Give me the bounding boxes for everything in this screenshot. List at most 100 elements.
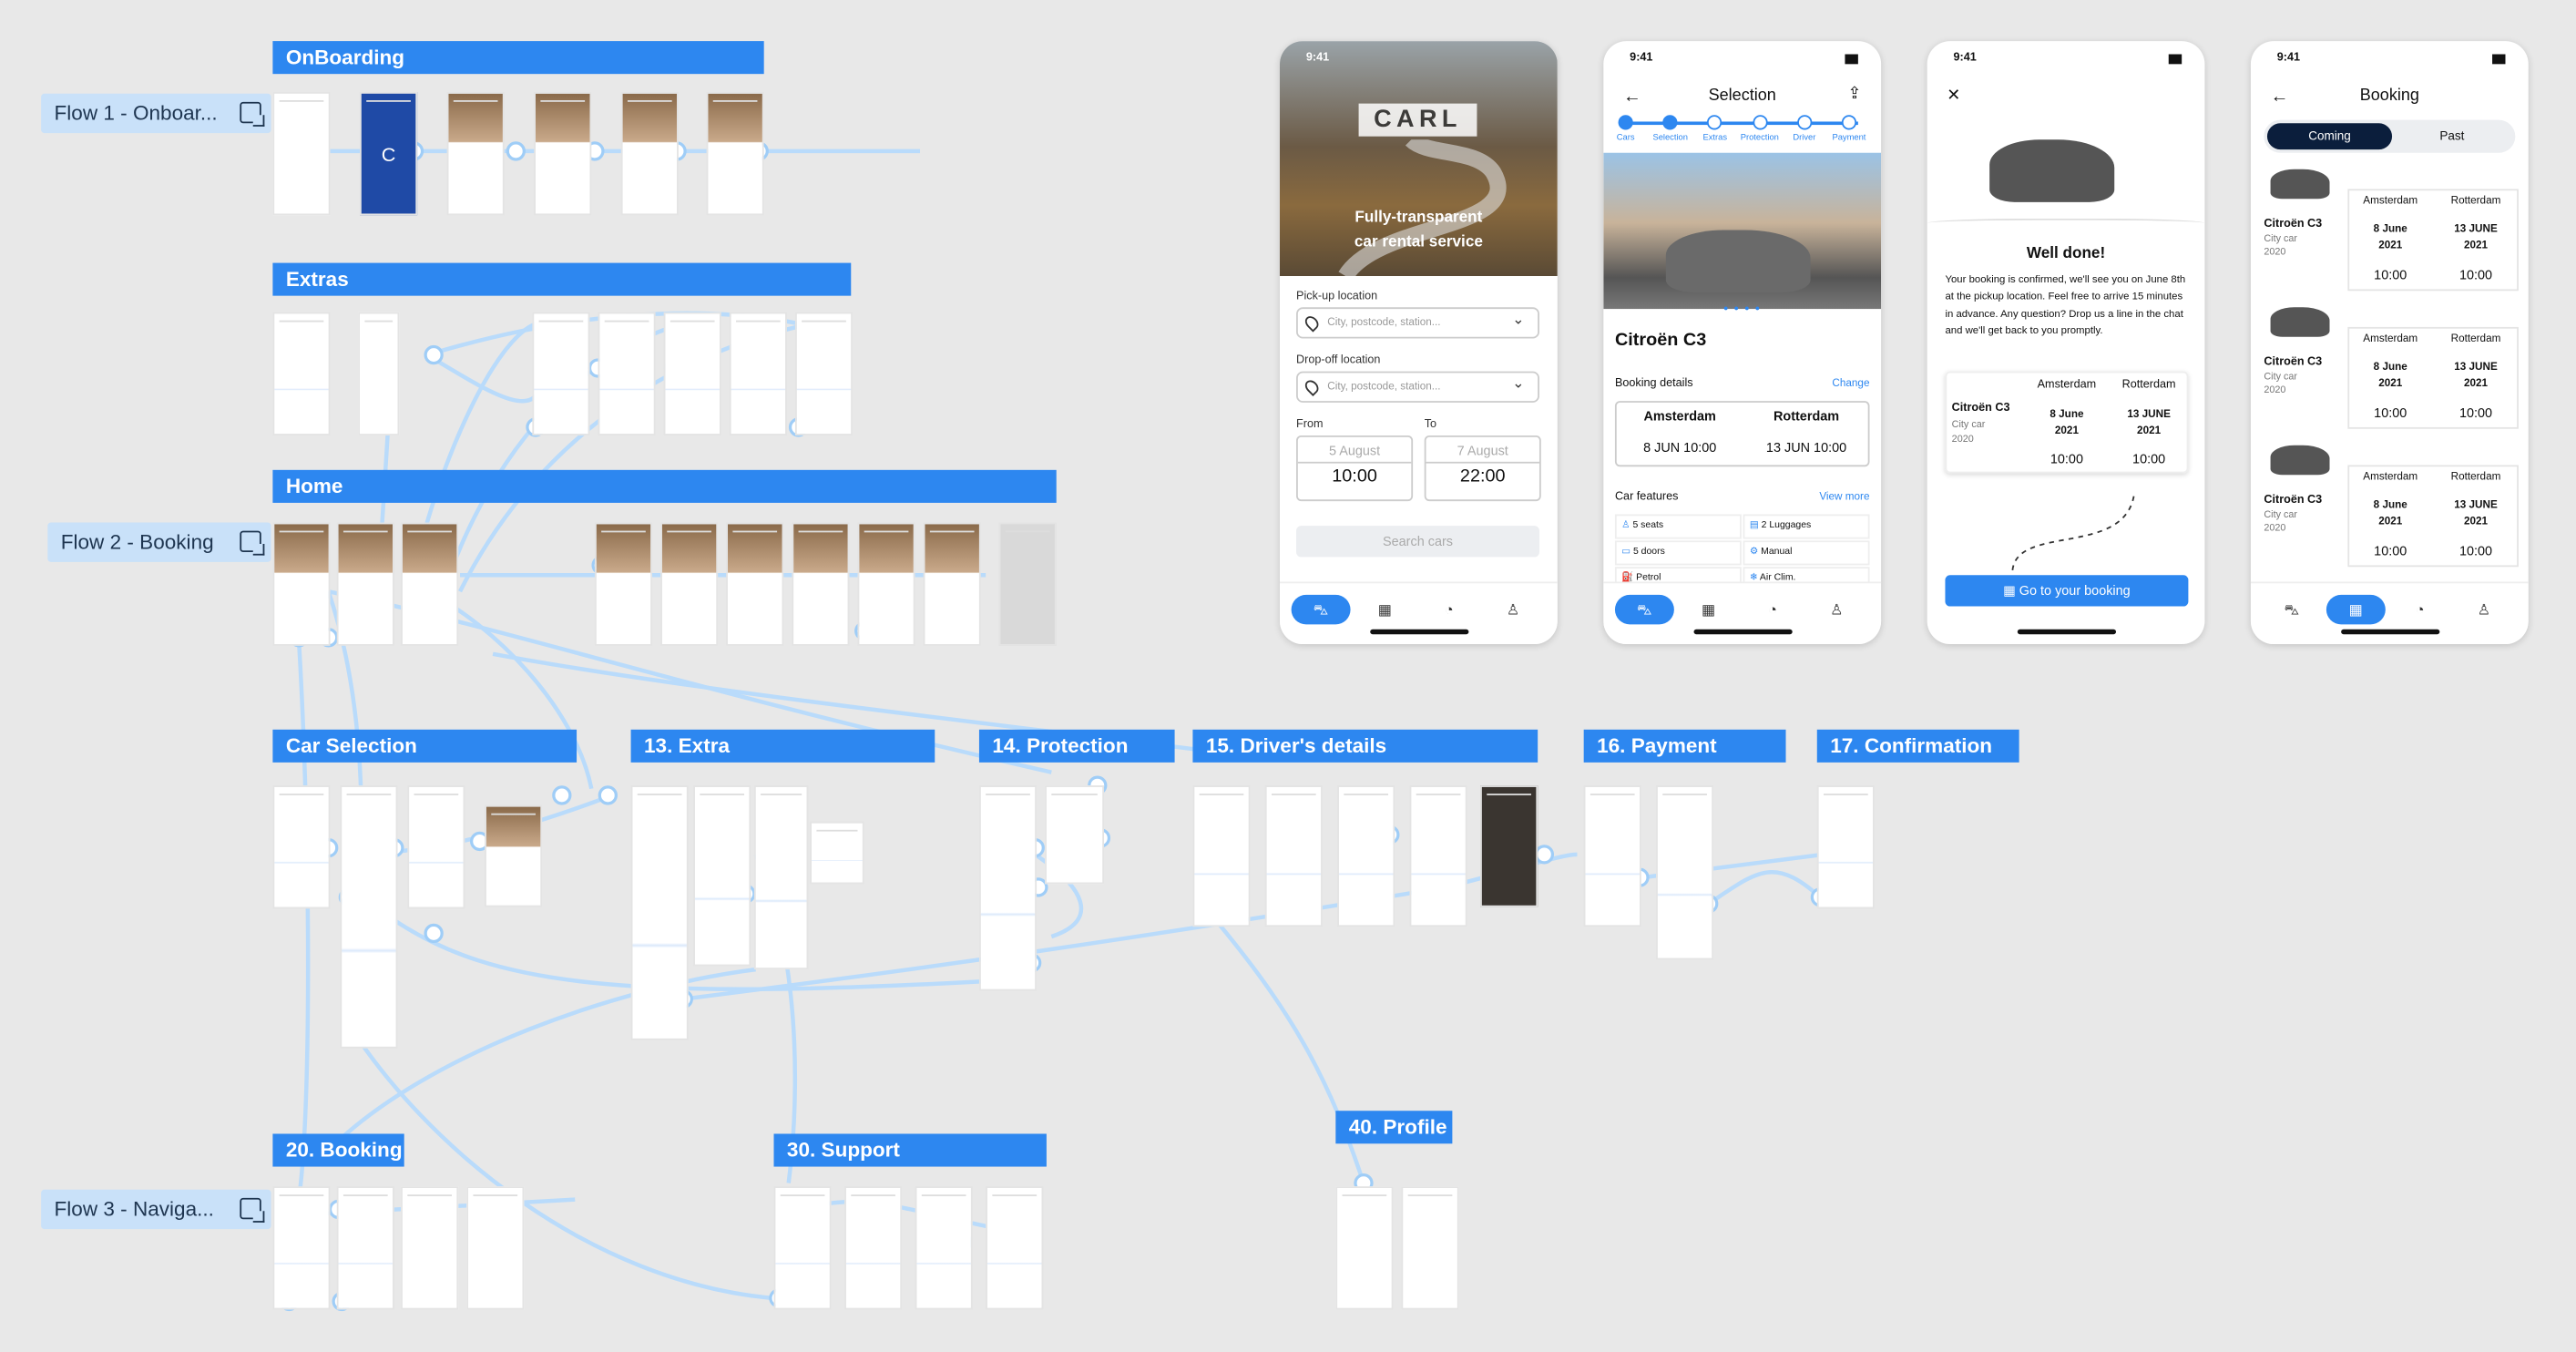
frame-thumbnail[interactable] <box>485 804 543 907</box>
frame-thumbnail[interactable] <box>986 1186 1044 1310</box>
frame-thumbnail[interactable] <box>620 92 679 216</box>
frame-thumbnail[interactable] <box>706 92 764 216</box>
section-drivers-details[interactable]: 15. Driver's details <box>1192 729 1538 763</box>
frame-thumbnail[interactable] <box>272 92 331 216</box>
frame-thumbnail[interactable] <box>272 1186 331 1310</box>
frame-thumbnail[interactable] <box>978 785 1038 991</box>
profile-tab-icon[interactable]: ♙ <box>2455 595 2514 624</box>
frame-thumbnail[interactable]: C <box>359 92 418 216</box>
section-booking[interactable]: 20. Booking <box>272 1133 404 1167</box>
section-protection[interactable]: 14. Protection <box>978 729 1175 763</box>
frame-thumbnail[interactable] <box>401 522 459 646</box>
frame-thumbnail[interactable] <box>272 312 331 435</box>
frame-thumbnail[interactable] <box>792 522 850 646</box>
car-tab-icon[interactable]: ⛍ <box>2263 595 2322 624</box>
frame-thumbnail[interactable] <box>1192 785 1251 927</box>
section-profile[interactable]: 40. Profile <box>1335 1111 1453 1144</box>
section-car-selection[interactable]: Car Selection <box>272 729 578 763</box>
support-tab-icon[interactable]: ◔ <box>1743 595 1803 624</box>
booking-card[interactable]: Citroën C3 City car 2020 Amsterdam Rotterdam… <box>2264 304 2519 433</box>
frame-thumbnail[interactable] <box>1335 1186 1394 1310</box>
from-date-picker[interactable]: 5 August 10:00 <box>1296 435 1414 502</box>
profile-tab-icon[interactable]: ♙ <box>1484 595 1543 624</box>
frame-thumbnail[interactable] <box>1409 785 1467 927</box>
frame-thumbnail[interactable] <box>857 522 915 646</box>
frame-thumbnail[interactable] <box>915 1186 973 1310</box>
frame-thumbnail[interactable] <box>340 785 398 1049</box>
frame-thumbnail[interactable] <box>794 312 854 435</box>
booking-card[interactable]: Citroën C3 City car 2020 Amsterdam Rotterdam… <box>2264 442 2519 570</box>
frame-thumbnail[interactable] <box>1656 785 1714 960</box>
frame-thumbnail[interactable] <box>1583 785 1641 927</box>
frame-thumbnail[interactable] <box>1480 785 1538 907</box>
frame-thumbnail[interactable] <box>630 785 689 1040</box>
section-confirmation[interactable]: 17. Confirmation <box>1816 729 2019 763</box>
frame-thumbnail[interactable] <box>532 312 590 435</box>
share-icon[interactable]: ⇪ <box>1847 86 1861 104</box>
search-cars-button[interactable]: Search cars <box>1296 526 1539 558</box>
section-support[interactable]: 30. Support <box>773 1133 1047 1167</box>
frame-thumbnail[interactable] <box>446 92 505 216</box>
view-more-link[interactable]: View more <box>1819 491 1869 503</box>
frame-thumbnail[interactable] <box>923 522 981 646</box>
home-screen-preview[interactable]: 9:41 CARL Fully-transparent car rental se… <box>1280 41 1558 645</box>
flow-chip-booking[interactable]: Flow 2 - Booking <box>47 522 271 562</box>
flow-link-icon[interactable] <box>240 1197 265 1223</box>
frame-thumbnail[interactable] <box>1045 785 1105 885</box>
frame-thumbnail[interactable] <box>729 312 787 435</box>
flow-link-icon[interactable] <box>240 530 265 556</box>
car-tab-icon[interactable]: ⛍ <box>1614 594 1674 625</box>
booking-screen-preview[interactable]: 9:41 ← Booking Coming Past Citroën C3 Cit… <box>2250 41 2529 645</box>
frame-thumbnail[interactable] <box>336 1186 394 1310</box>
frame-thumbnail[interactable] <box>1264 785 1323 927</box>
flow-chip-navigation[interactable]: Flow 3 - Naviga... <box>41 1189 271 1230</box>
frame-thumbnail[interactable] <box>336 522 394 646</box>
frame-thumbnail[interactable] <box>407 785 465 909</box>
section-extra[interactable]: 13. Extra <box>630 729 935 763</box>
frame-thumbnail[interactable] <box>693 785 751 967</box>
section-extras[interactable]: Extras <box>272 262 852 296</box>
confirmation-screen-preview[interactable]: 9:41 ✕ Well done! Your booking is confir… <box>1927 41 2205 645</box>
frame-thumbnail[interactable] <box>534 92 592 216</box>
booking-card[interactable]: Citroën C3 City car 2020 Amsterdam Rotterdam… <box>2264 166 2519 294</box>
tab-coming[interactable]: Coming <box>2266 123 2393 150</box>
design-canvas[interactable]: Flow 1 - Onboar... Flow 2 - Booking Flow… <box>0 0 2576 1352</box>
frame-thumbnail[interactable] <box>844 1186 903 1310</box>
frame-thumbnail[interactable] <box>1337 785 1395 927</box>
to-date-picker[interactable]: 7 August 22:00 <box>1424 435 1541 502</box>
frame-thumbnail[interactable] <box>466 1186 525 1310</box>
flow-chip-onboarding[interactable]: Flow 1 - Onboar... <box>41 93 271 134</box>
frame-thumbnail[interactable] <box>598 312 656 435</box>
selection-screen-preview[interactable]: 9:41 ← Selection ⇪ Cars Selection Extras Pr… <box>1603 41 1882 645</box>
frame-thumbnail[interactable] <box>998 522 1057 646</box>
frame-thumbnail[interactable] <box>272 785 331 909</box>
support-tab-icon[interactable]: ◔ <box>1419 595 1478 624</box>
frame-thumbnail[interactable] <box>401 1186 459 1310</box>
frame-thumbnail[interactable] <box>1401 1186 1459 1310</box>
section-payment[interactable]: 16. Payment <box>1583 729 1786 763</box>
frame-thumbnail[interactable] <box>726 522 784 646</box>
pickup-location-input[interactable]: City, postcode, station... <box>1296 305 1539 339</box>
calendar-tab-icon[interactable]: ▦ <box>2326 594 2386 625</box>
frame-thumbnail[interactable] <box>810 821 864 885</box>
tab-past[interactable]: Past <box>2392 123 2512 149</box>
go-to-booking-button[interactable]: ▦ Go to your booking <box>1945 575 2189 607</box>
car-tab-icon[interactable]: ⛍ <box>1291 594 1351 625</box>
section-onboarding[interactable]: OnBoarding <box>272 41 764 75</box>
frame-thumbnail[interactable] <box>773 1186 832 1310</box>
close-icon[interactable]: ✕ <box>1947 87 1960 106</box>
frame-thumbnail[interactable] <box>272 522 331 646</box>
frame-thumbnail[interactable] <box>358 312 400 435</box>
frame-thumbnail[interactable] <box>753 785 809 970</box>
dropoff-location-input[interactable]: City, postcode, station... <box>1296 370 1539 403</box>
confirmation-frame-thumbnail[interactable] <box>1816 785 1875 909</box>
change-link[interactable]: Change <box>1832 378 1869 390</box>
profile-tab-icon[interactable]: ♙ <box>1807 595 1866 624</box>
calendar-tab-icon[interactable]: ▦ <box>1355 595 1415 624</box>
calendar-tab-icon[interactable]: ▦ <box>1679 595 1738 624</box>
carousel-dots[interactable]: ● ● ● ● <box>1723 304 1762 314</box>
frame-thumbnail[interactable] <box>594 522 653 646</box>
frame-thumbnail[interactable] <box>660 522 719 646</box>
section-home[interactable]: Home <box>272 469 1057 503</box>
flow-link-icon[interactable] <box>240 101 265 127</box>
